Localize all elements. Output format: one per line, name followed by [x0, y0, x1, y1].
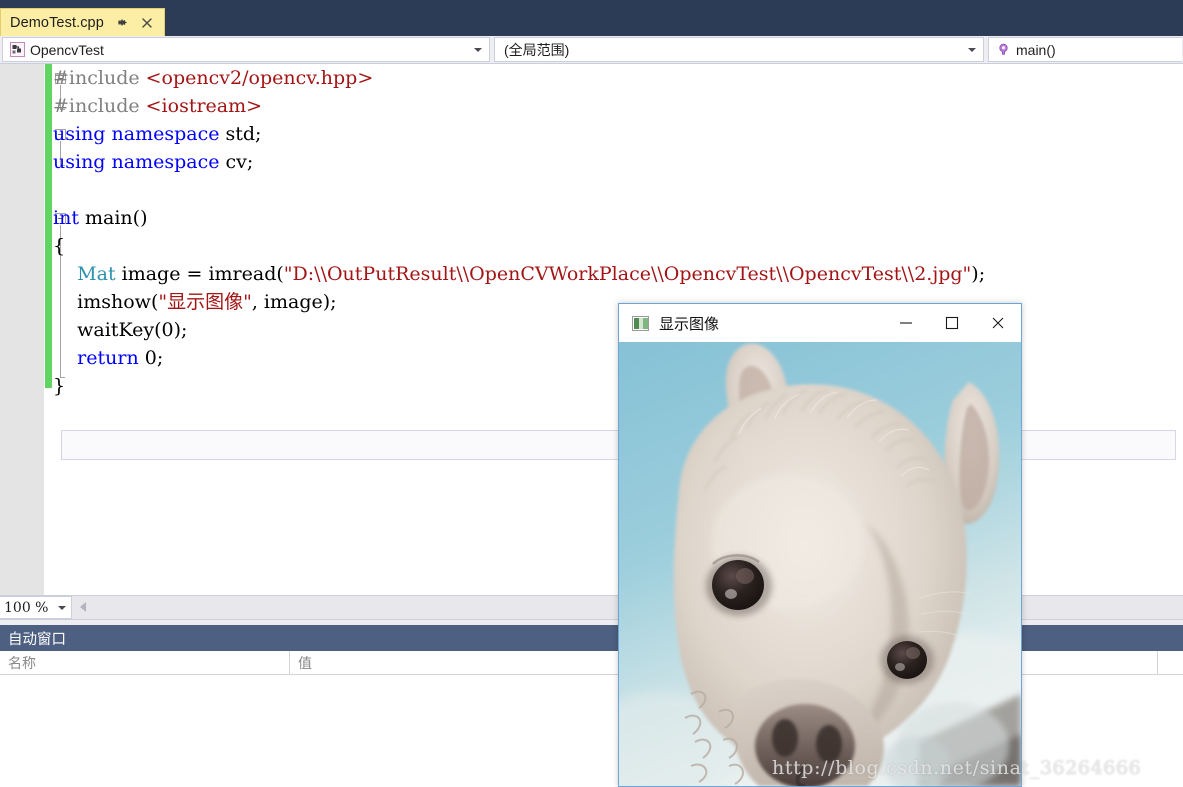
close-icon[interactable] [140, 16, 154, 30]
code-token: #include [53, 67, 146, 89]
code-token: image = imread( [115, 263, 284, 285]
code-token: main() [85, 207, 148, 229]
member-dropdown[interactable]: main() [988, 37, 1182, 62]
code-line: { [53, 232, 65, 260]
code-line: using namespace std; [53, 120, 261, 148]
selection-margin [0, 64, 44, 595]
code-token: "D:\\OutPutResult\\OpenCVWorkPlace\\Open… [283, 263, 972, 285]
code-line: #include <iostream> [53, 92, 262, 120]
chevron-down-icon[interactable] [53, 605, 71, 610]
opencv-window-title: 显示图像 [659, 314, 720, 333]
scope-dropdown-label: (全局范围) [504, 41, 570, 58]
code-token: imshow( [53, 291, 159, 313]
code-token: #include [53, 95, 146, 117]
code-token: "显示图像" [158, 291, 252, 313]
code-token: ); [971, 263, 986, 285]
minimize-button[interactable] [883, 305, 929, 342]
opencv-window-titlebar[interactable]: 显示图像 [619, 304, 1021, 342]
code-token: waitKey(0); [53, 319, 188, 341]
member-dropdown-label: main() [1016, 41, 1056, 58]
code-line: using namespace cv; [53, 148, 253, 176]
code-token: , image); [251, 291, 337, 313]
change-tracking-bar [45, 64, 52, 388]
navigation-bar: OpencvTest (全局范围) main() [0, 36, 1183, 64]
code-token: <iostream> [145, 95, 263, 117]
zoom-level-label: 100 % [4, 599, 49, 616]
scope-dropdown[interactable]: (全局范围) [494, 37, 984, 62]
pin-icon[interactable] [116, 16, 130, 30]
opencv-window-icon [632, 315, 649, 331]
code-token: using namespace [53, 123, 226, 145]
code-token: } [53, 375, 66, 397]
autos-column-name[interactable]: 名称 [0, 651, 290, 674]
code-line: #include <opencv2/opencv.hpp> [53, 64, 373, 92]
code-token: using namespace [53, 151, 226, 173]
project-dropdown[interactable]: OpencvTest [2, 37, 490, 62]
opencv-display-window[interactable]: 显示图像 [618, 303, 1022, 787]
code-token: 0; [144, 347, 164, 369]
method-icon [994, 42, 1012, 58]
code-line: Mat image = imread("D:\\OutPutResult\\Op… [53, 260, 985, 288]
opencv-image-canvas [619, 342, 1021, 786]
code-line: } [53, 372, 65, 400]
code-token: Mat [77, 263, 116, 285]
horizontal-scroll-left-button[interactable] [76, 599, 90, 615]
zoom-level-dropdown[interactable]: 100 % [0, 596, 72, 619]
project-icon [8, 42, 26, 58]
chevron-down-icon[interactable] [470, 47, 486, 52]
chevron-down-icon[interactable] [964, 47, 980, 52]
code-line: return 0; [53, 344, 163, 372]
code-line: imshow("显示图像", image); [53, 288, 337, 316]
code-line: int main() [53, 204, 147, 232]
document-tab-label: DemoTest.cpp [10, 14, 104, 31]
document-tab-strip: DemoTest.cpp [0, 0, 1183, 36]
code-token: { [53, 235, 66, 257]
code-token: <opencv2/opencv.hpp> [145, 67, 374, 89]
code-token: std; [225, 123, 262, 145]
project-dropdown-label: OpencvTest [30, 41, 104, 58]
code-token: cv; [225, 151, 254, 173]
autos-window-title: 自动窗口 [8, 631, 66, 648]
code-token: return [77, 347, 145, 369]
code-token: int [53, 207, 85, 229]
alpaca-photo [619, 342, 1021, 786]
code-line: waitKey(0); [53, 316, 187, 344]
close-button[interactable] [975, 305, 1021, 342]
maximize-button[interactable] [929, 305, 975, 342]
document-tab-demotest-cpp[interactable]: DemoTest.cpp [0, 8, 165, 36]
